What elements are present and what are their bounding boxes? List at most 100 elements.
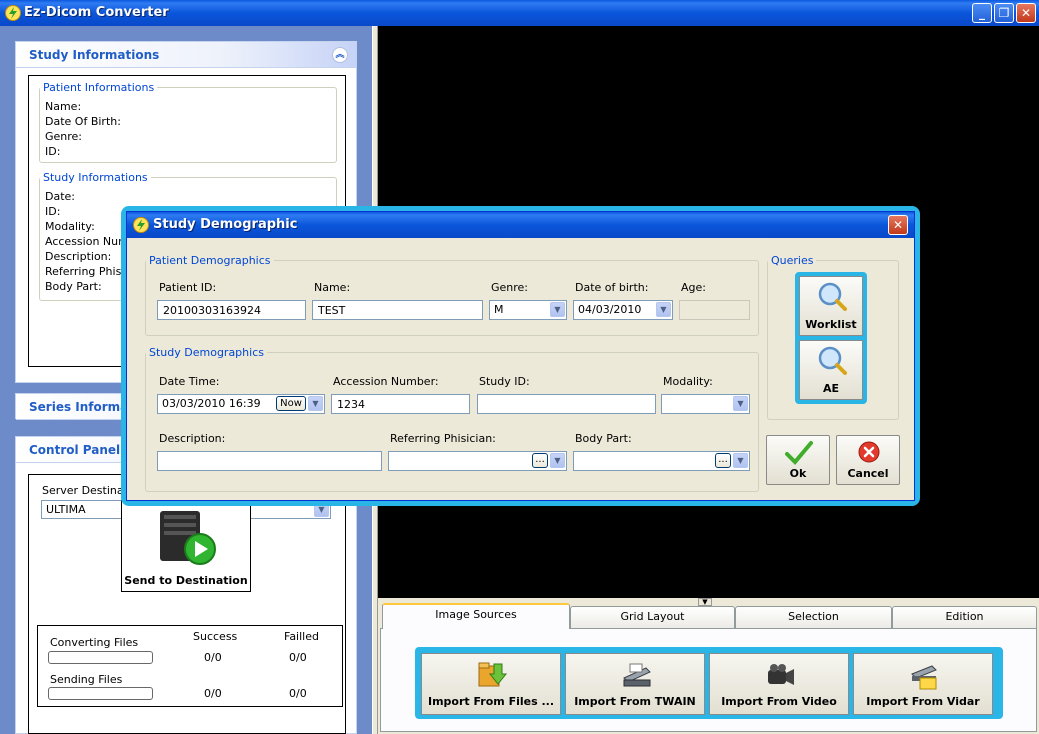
import-from-vidar-label: Import From Vidar <box>866 695 980 708</box>
cancel-button[interactable]: Cancel <box>836 435 900 485</box>
bodypart-select[interactable]: ... ▼ <box>573 451 750 471</box>
maximize-button[interactable]: ❐ <box>994 3 1014 23</box>
study-description-label: Description: <box>45 250 112 263</box>
import-from-files-label: Import From Files ... <box>427 695 554 708</box>
description-input[interactable] <box>157 451 382 471</box>
video-camera-icon <box>768 664 794 685</box>
bodypart-browse-button[interactable]: ... <box>715 453 731 468</box>
ok-button[interactable]: Ok <box>766 435 830 485</box>
referring-browse-button[interactable]: ... <box>532 453 548 468</box>
datetime-value: 03/03/2010 16:39 <box>162 397 261 410</box>
patient-genre-label: Genre: <box>45 130 83 143</box>
queries-button-group: Worklist AE <box>795 272 867 404</box>
chevron-down-icon[interactable]: ▼ <box>550 453 565 468</box>
dob-picker[interactable]: 04/03/2010 ▼ <box>573 300 673 320</box>
import-from-vidar-button[interactable]: Import From Vidar <box>853 653 993 715</box>
datetime-label: Date Time: <box>159 375 220 388</box>
queries-legend: Queries <box>771 254 814 267</box>
import-from-twain-button[interactable]: Import From TWAIN <box>565 653 705 715</box>
datetime-picker[interactable]: 03/03/2010 16:39 Now ▼ <box>157 394 325 414</box>
study-id-label: Study ID: <box>479 375 530 388</box>
dialog-title-bar: Study Demographic ✕ <box>127 212 914 238</box>
tab-grid-layout[interactable]: Grid Layout <box>570 606 735 628</box>
tab-image-sources[interactable]: Image Sources <box>382 603 570 629</box>
study-id-label: ID: <box>45 205 61 218</box>
lightning-dialog-icon <box>133 217 149 233</box>
magnifier-icon <box>818 346 847 375</box>
scanner-icon <box>623 663 651 687</box>
referring-select[interactable]: ... ▼ <box>388 451 567 471</box>
name-value: TEST <box>318 304 346 317</box>
lightning-app-icon <box>5 5 21 21</box>
close-window-button[interactable]: ✕ <box>1016 3 1036 23</box>
server-play-icon <box>160 511 216 565</box>
converting-failed-count: 0/0 <box>289 651 307 664</box>
modality-select[interactable]: ▼ <box>661 394 750 414</box>
collapse-chevron-icon[interactable]: ︽ <box>332 47 348 63</box>
age-input <box>679 300 750 320</box>
main-title-bar: Ez-Dicom Converter _ ❐ ✕ <box>0 0 1039 26</box>
patient-id-input[interactable]: 20100303163924 <box>157 300 306 320</box>
genre-select[interactable]: M ▼ <box>489 300 567 320</box>
name-input[interactable]: TEST <box>312 300 483 320</box>
study-info-legend: Study Informations <box>43 171 148 184</box>
patient-id-label: Patient ID: <box>159 281 217 294</box>
ae-button[interactable]: AE <box>799 340 863 400</box>
film-scanner-icon <box>911 665 937 690</box>
sending-success-count: 0/0 <box>204 687 222 700</box>
dialog-close-button[interactable]: ✕ <box>888 215 908 235</box>
import-from-files-button[interactable]: Import From Files ... <box>421 653 561 715</box>
study-date-label: Date: <box>45 190 75 203</box>
tab-selection[interactable]: Selection <box>735 606 892 628</box>
accession-input[interactable]: 1234 <box>331 394 470 414</box>
bodypart-label: Body Part: <box>575 432 632 445</box>
patient-info-legend: Patient Informations <box>43 81 155 94</box>
send-to-destination-label: Send to Destination <box>124 574 248 587</box>
patient-name-label: Name: <box>45 100 82 113</box>
dialog-title: Study Demographic <box>153 217 298 232</box>
server-destination-value: ULTIMA <box>46 503 86 516</box>
dialog-body: Study Demographic ✕ Patient Demographics… <box>126 211 915 501</box>
send-to-destination-button[interactable]: Send to Destination <box>121 500 251 592</box>
patient-demographics-group: Patient Demographics <box>145 254 759 336</box>
success-column-header: Success <box>193 630 238 643</box>
minimize-button[interactable]: _ <box>972 3 992 23</box>
image-sources-tab-panel: Import From Files ... Import From TWAIN … <box>380 628 1037 732</box>
worklist-label: Worklist <box>805 318 857 331</box>
chevron-down-icon[interactable]: ▼ <box>550 302 565 317</box>
accession-value: 1234 <box>337 398 365 411</box>
ae-label: AE <box>822 382 840 395</box>
cancel-label: Cancel <box>847 467 889 480</box>
chevron-down-icon[interactable]: ▼ <box>308 396 323 411</box>
study-id-input[interactable] <box>477 394 656 414</box>
modality-label: Modality: <box>663 375 713 388</box>
sending-progress-bar <box>48 687 153 700</box>
name-label: Name: <box>314 281 351 294</box>
splitter-arrow-icon[interactable]: ▼ <box>698 598 712 606</box>
progress-box: Success Failled Converting Files 0/0 0/0… <box>37 625 343 707</box>
study-demographic-dialog: Study Demographic ✕ Patient Demographics… <box>121 206 920 506</box>
import-from-twain-label: Import From TWAIN <box>574 695 696 708</box>
ok-label: Ok <box>789 467 807 480</box>
converting-progress-bar <box>48 651 153 664</box>
import-from-video-button[interactable]: Import From Video <box>709 653 849 715</box>
chevron-down-icon[interactable]: ▼ <box>733 396 748 411</box>
worklist-button[interactable]: Worklist <box>799 276 863 336</box>
chevron-down-icon[interactable]: ▼ <box>656 302 671 317</box>
tab-edition[interactable]: Edition <box>892 606 1037 628</box>
now-button[interactable]: Now <box>276 396 306 411</box>
folder-download-icon <box>478 662 508 687</box>
genre-value: M <box>494 303 504 316</box>
converting-success-count: 0/0 <box>204 651 222 664</box>
chevron-down-icon[interactable]: ▼ <box>733 453 748 468</box>
window-title: Ez-Dicom Converter <box>24 5 169 20</box>
dob-value: 04/03/2010 <box>578 303 642 316</box>
sending-files-label: Sending Files <box>50 673 123 686</box>
description-label: Description: <box>159 432 226 445</box>
import-from-video-label: Import From Video <box>721 695 837 708</box>
study-demographics-legend: Study Demographics <box>149 346 264 359</box>
study-info-header[interactable]: Study Informations <box>16 42 356 68</box>
age-label: Age: <box>681 281 706 294</box>
patient-dob-label: Date Of Birth: <box>45 115 121 128</box>
patient-id-label: ID: <box>45 145 61 158</box>
